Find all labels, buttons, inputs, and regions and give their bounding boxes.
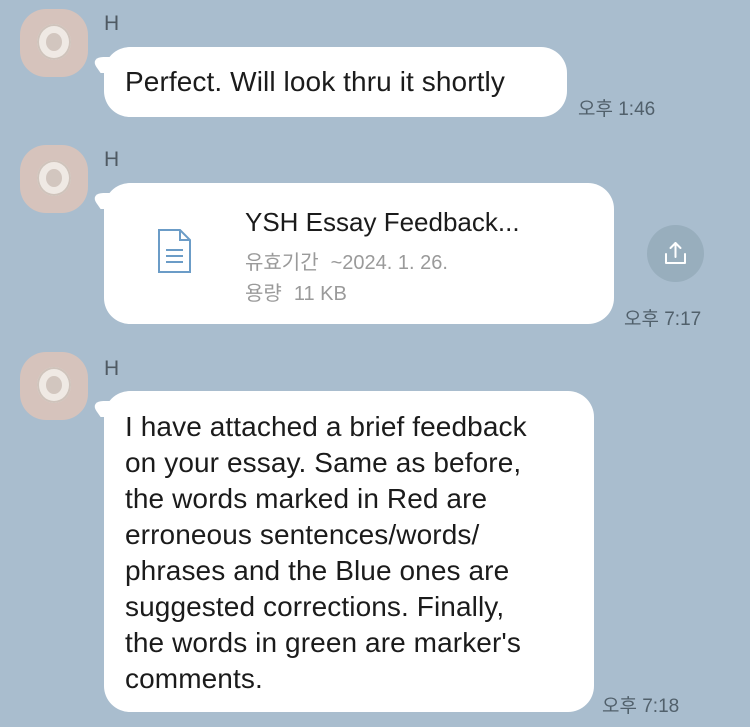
file-name: YSH Essay Feedback... [245, 207, 520, 237]
message-line: the words marked in Red are [125, 483, 488, 514]
message-line: the words in green are marker's [125, 627, 521, 658]
file-expiry: 유효기간 ~2024. 1. 26. [245, 246, 448, 275]
file-size-value: 11 KB [293, 283, 347, 305]
share-upload-icon [665, 242, 686, 264]
file-expiry-label: 유효기간 [245, 252, 319, 274]
chat-thread: H Perfect. Will look thru it shortly 오후 … [0, 0, 750, 727]
message-line: I have attached a brief feedback [125, 411, 527, 442]
sender-name: H [104, 357, 120, 380]
file-expiry-value: ~2024. 1. 26. [330, 252, 448, 274]
message-bubble[interactable]: Perfect. Will look thru it shortly [104, 47, 567, 117]
share-button[interactable] [647, 225, 704, 282]
file-size: 용량 11 KB [245, 277, 347, 306]
message-line: suggested corrections. Finally, [125, 591, 505, 622]
message-time: 오후 1:46 [578, 99, 656, 120]
avatar-image [37, 160, 71, 196]
message-line: comments. [125, 663, 263, 694]
message-text: Perfect. Will look thru it shortly [125, 66, 505, 97]
message-text: I have attached a brief feedback on your… [125, 409, 580, 697]
document-icon [158, 229, 191, 273]
message-time: 오후 7:18 [602, 696, 680, 717]
sender-name: H [104, 12, 120, 35]
message-line: on your essay. Same as before, [125, 447, 522, 478]
message-line: erroneous sentences/words/ [125, 519, 480, 550]
avatar[interactable] [20, 352, 88, 420]
file-bubble[interactable]: YSH Essay Feedback... 유효기간 ~2024. 1. 26. … [104, 183, 614, 324]
message-time: 오후 7:17 [624, 309, 702, 330]
avatar-image [37, 367, 71, 403]
avatar-image [37, 24, 71, 60]
message-line: phrases and the Blue ones are [125, 555, 510, 586]
avatar[interactable] [20, 9, 88, 77]
sender-name: H [104, 148, 120, 171]
message-bubble[interactable]: I have attached a brief feedback on your… [104, 391, 594, 712]
avatar[interactable] [20, 145, 88, 213]
file-size-label: 용량 [245, 283, 282, 305]
